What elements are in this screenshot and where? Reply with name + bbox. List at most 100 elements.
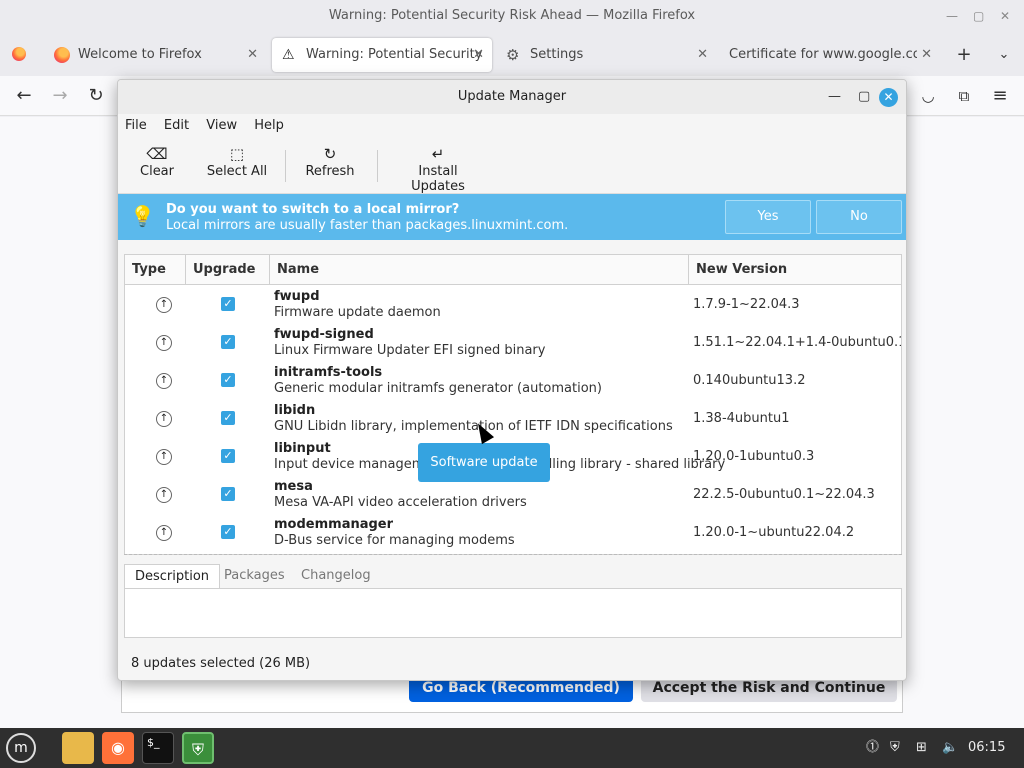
tab-packages[interactable]: Packages <box>214 564 295 588</box>
update-manager-titlebar: Update Manager — ▢ ✕ <box>118 80 906 114</box>
mint-menu-icon[interactable]: m <box>6 733 36 763</box>
menubar: File Edit View Help <box>118 114 906 138</box>
upgrade-arrow-icon: ↑ <box>156 297 172 313</box>
warning-icon: ⚠ <box>282 47 295 63</box>
minimize-icon[interactable]: — <box>828 80 841 114</box>
package-version: 1.38-4ubuntu1 <box>693 411 790 426</box>
folder-icon[interactable] <box>62 732 94 764</box>
upgrade-arrow-icon: ↑ <box>156 373 172 389</box>
shield-icon[interactable]: ⛨ <box>182 732 214 764</box>
upgrade-checkbox[interactable]: ✓ <box>221 373 235 387</box>
menu-view[interactable]: View <box>206 114 244 138</box>
tab-strip: Welcome to Firefox ✕ ⚠ Warning: Potentia… <box>0 34 1024 76</box>
shield-tray-icon[interactable]: ⛨ <box>890 738 900 758</box>
tab-warning[interactable]: ⚠ Warning: Potential Security ✕ <box>272 38 492 72</box>
menu-help[interactable]: Help <box>254 114 291 138</box>
column-upgrade[interactable]: Upgrade <box>186 255 270 284</box>
install-updates-button[interactable]: ↵ Install Updates <box>390 144 486 194</box>
clear-button[interactable]: ⌫ Clear <box>134 144 180 179</box>
column-new-version[interactable]: New Version <box>689 255 901 284</box>
tab-settings[interactable]: ⚙ Settings ✕ <box>496 38 716 72</box>
firefox-titlebar: Warning: Potential Security Risk Ahead —… <box>0 0 1024 34</box>
lightbulb-icon: 💡 <box>130 204 155 228</box>
firefox-icon[interactable]: ◉ <box>102 732 134 764</box>
package-version: 1.51.1~22.04.1+1.4-0ubuntu0.1 <box>693 335 902 350</box>
column-name[interactable]: Name <box>270 255 689 284</box>
select-all-button[interactable]: ⬚ Select All <box>204 144 270 179</box>
update-manager-window: Update Manager — ▢ ✕ File Edit View Help… <box>117 79 907 681</box>
window-title: Warning: Potential Security Risk Ahead —… <box>328 8 696 23</box>
extensions-icon[interactable]: ⧉ <box>952 84 976 108</box>
table-row[interactable]: ↑ ✓ fwupd Firmware update daemon 1.7.9-1… <box>125 285 901 323</box>
table-header: Type Upgrade Name New Version <box>125 255 901 285</box>
close-tab-icon[interactable]: ✕ <box>917 38 932 72</box>
close-tab-icon[interactable]: ✕ <box>473 38 484 72</box>
install-label: Install Updates <box>411 164 465 194</box>
close-icon[interactable]: ✕ <box>1000 0 1010 32</box>
table-row[interactable]: ↑ ✓ libidn GNU Libidn library, implement… <box>125 399 901 437</box>
update-manager-title: Update Manager <box>457 89 567 104</box>
refresh-button[interactable]: ↻ Refresh <box>302 144 358 179</box>
table-row[interactable]: ↑ ✓ modemmanager D-Bus service for manag… <box>125 513 901 551</box>
maximize-icon[interactable]: ▢ <box>858 80 870 114</box>
table-row[interactable]: ↑ ✓ fwupd-signed Linux Firmware Updater … <box>125 323 901 361</box>
status-text: 8 updates selected (26 MB) <box>131 656 311 671</box>
list-tabs-icon[interactable]: ⌄ <box>992 43 1016 67</box>
firefox-view-button[interactable] <box>4 39 34 69</box>
upgrade-arrow-icon: ↑ <box>156 335 172 351</box>
mirror-yes-button[interactable]: Yes <box>725 200 811 234</box>
upgrade-arrow-icon: ↑ <box>156 525 172 541</box>
package-name: modemmanager <box>274 517 394 532</box>
upgrade-arrow-icon: ↑ <box>156 487 172 503</box>
package-description: Firmware update daemon <box>274 305 441 320</box>
upgrade-checkbox[interactable]: ✓ <box>221 335 235 349</box>
tab-welcome[interactable]: Welcome to Firefox ✕ <box>44 38 266 72</box>
mirror-infobar: 💡 Do you want to switch to a local mirro… <box>118 194 906 240</box>
upgrade-checkbox[interactable]: ✓ <box>221 449 235 463</box>
forward-icon[interactable]: → <box>48 84 72 108</box>
close-tab-icon[interactable]: ✕ <box>697 38 708 72</box>
upgrade-checkbox[interactable]: ✓ <box>221 525 235 539</box>
package-description: D-Bus service for managing modems <box>274 533 515 548</box>
reload-icon[interactable]: ↻ <box>84 84 108 108</box>
package-name: libidn <box>274 403 316 418</box>
update-tray-icon[interactable]: ⓵ <box>866 738 879 758</box>
menu-icon[interactable]: ≡ <box>988 84 1012 108</box>
menu-edit[interactable]: Edit <box>164 114 196 138</box>
firefox-icon <box>12 47 26 61</box>
terminal-icon[interactable]: $_ <box>142 732 174 764</box>
toolbar: ⌫ Clear ⬚ Select All ↻ Refresh ↵ Install… <box>118 138 906 194</box>
maximize-icon[interactable]: ▢ <box>973 0 984 32</box>
clock[interactable]: 06:15 <box>968 738 1005 758</box>
pocket-icon[interactable]: ◡ <box>916 84 940 108</box>
package-version: 1.20.0-1~ubuntu22.04.2 <box>693 525 855 540</box>
package-name: mesa <box>274 479 313 494</box>
clear-label: Clear <box>140 164 174 179</box>
tab-label: Settings <box>530 47 584 62</box>
select-all-icon: ⬚ <box>229 145 245 163</box>
tab-certificate[interactable]: Certificate for www.google.con ✕ <box>720 38 940 72</box>
package-version: 1.7.9-1~22.04.3 <box>693 297 800 312</box>
network-icon[interactable]: ⊞ <box>916 738 927 758</box>
upgrade-checkbox[interactable]: ✓ <box>221 487 235 501</box>
table-row[interactable]: ↑ ✓ initramfs-tools Generic modular init… <box>125 361 901 399</box>
upgrade-checkbox[interactable]: ✓ <box>221 411 235 425</box>
back-icon[interactable]: ← <box>12 84 36 108</box>
pane-resize-handle[interactable] <box>124 554 902 560</box>
menu-file[interactable]: File <box>125 114 154 138</box>
tab-description[interactable]: Description <box>124 564 221 588</box>
column-type[interactable]: Type <box>125 255 186 284</box>
close-tab-icon[interactable]: ✕ <box>247 38 258 72</box>
package-version: 1.20.0-1ubuntu0.3 <box>693 449 815 464</box>
minimize-icon[interactable]: — <box>946 0 958 32</box>
volume-icon[interactable]: 🔈 <box>942 738 958 758</box>
new-tab-icon[interactable]: + <box>952 43 976 67</box>
taskbar: m ◉ $_ ⛨ ⓵ ⛨ ⊞ 🔈 06:15 <box>0 728 1024 768</box>
tab-changelog[interactable]: Changelog <box>291 564 381 588</box>
updates-table: Type Upgrade Name New Version ↑ ✓ fwupd … <box>124 254 902 555</box>
close-icon[interactable]: ✕ <box>879 88 898 107</box>
mirror-no-button[interactable]: No <box>816 200 902 234</box>
upgrade-checkbox[interactable]: ✓ <box>221 297 235 311</box>
select-all-label: Select All <box>206 164 268 179</box>
package-name: initramfs-tools <box>274 365 383 380</box>
